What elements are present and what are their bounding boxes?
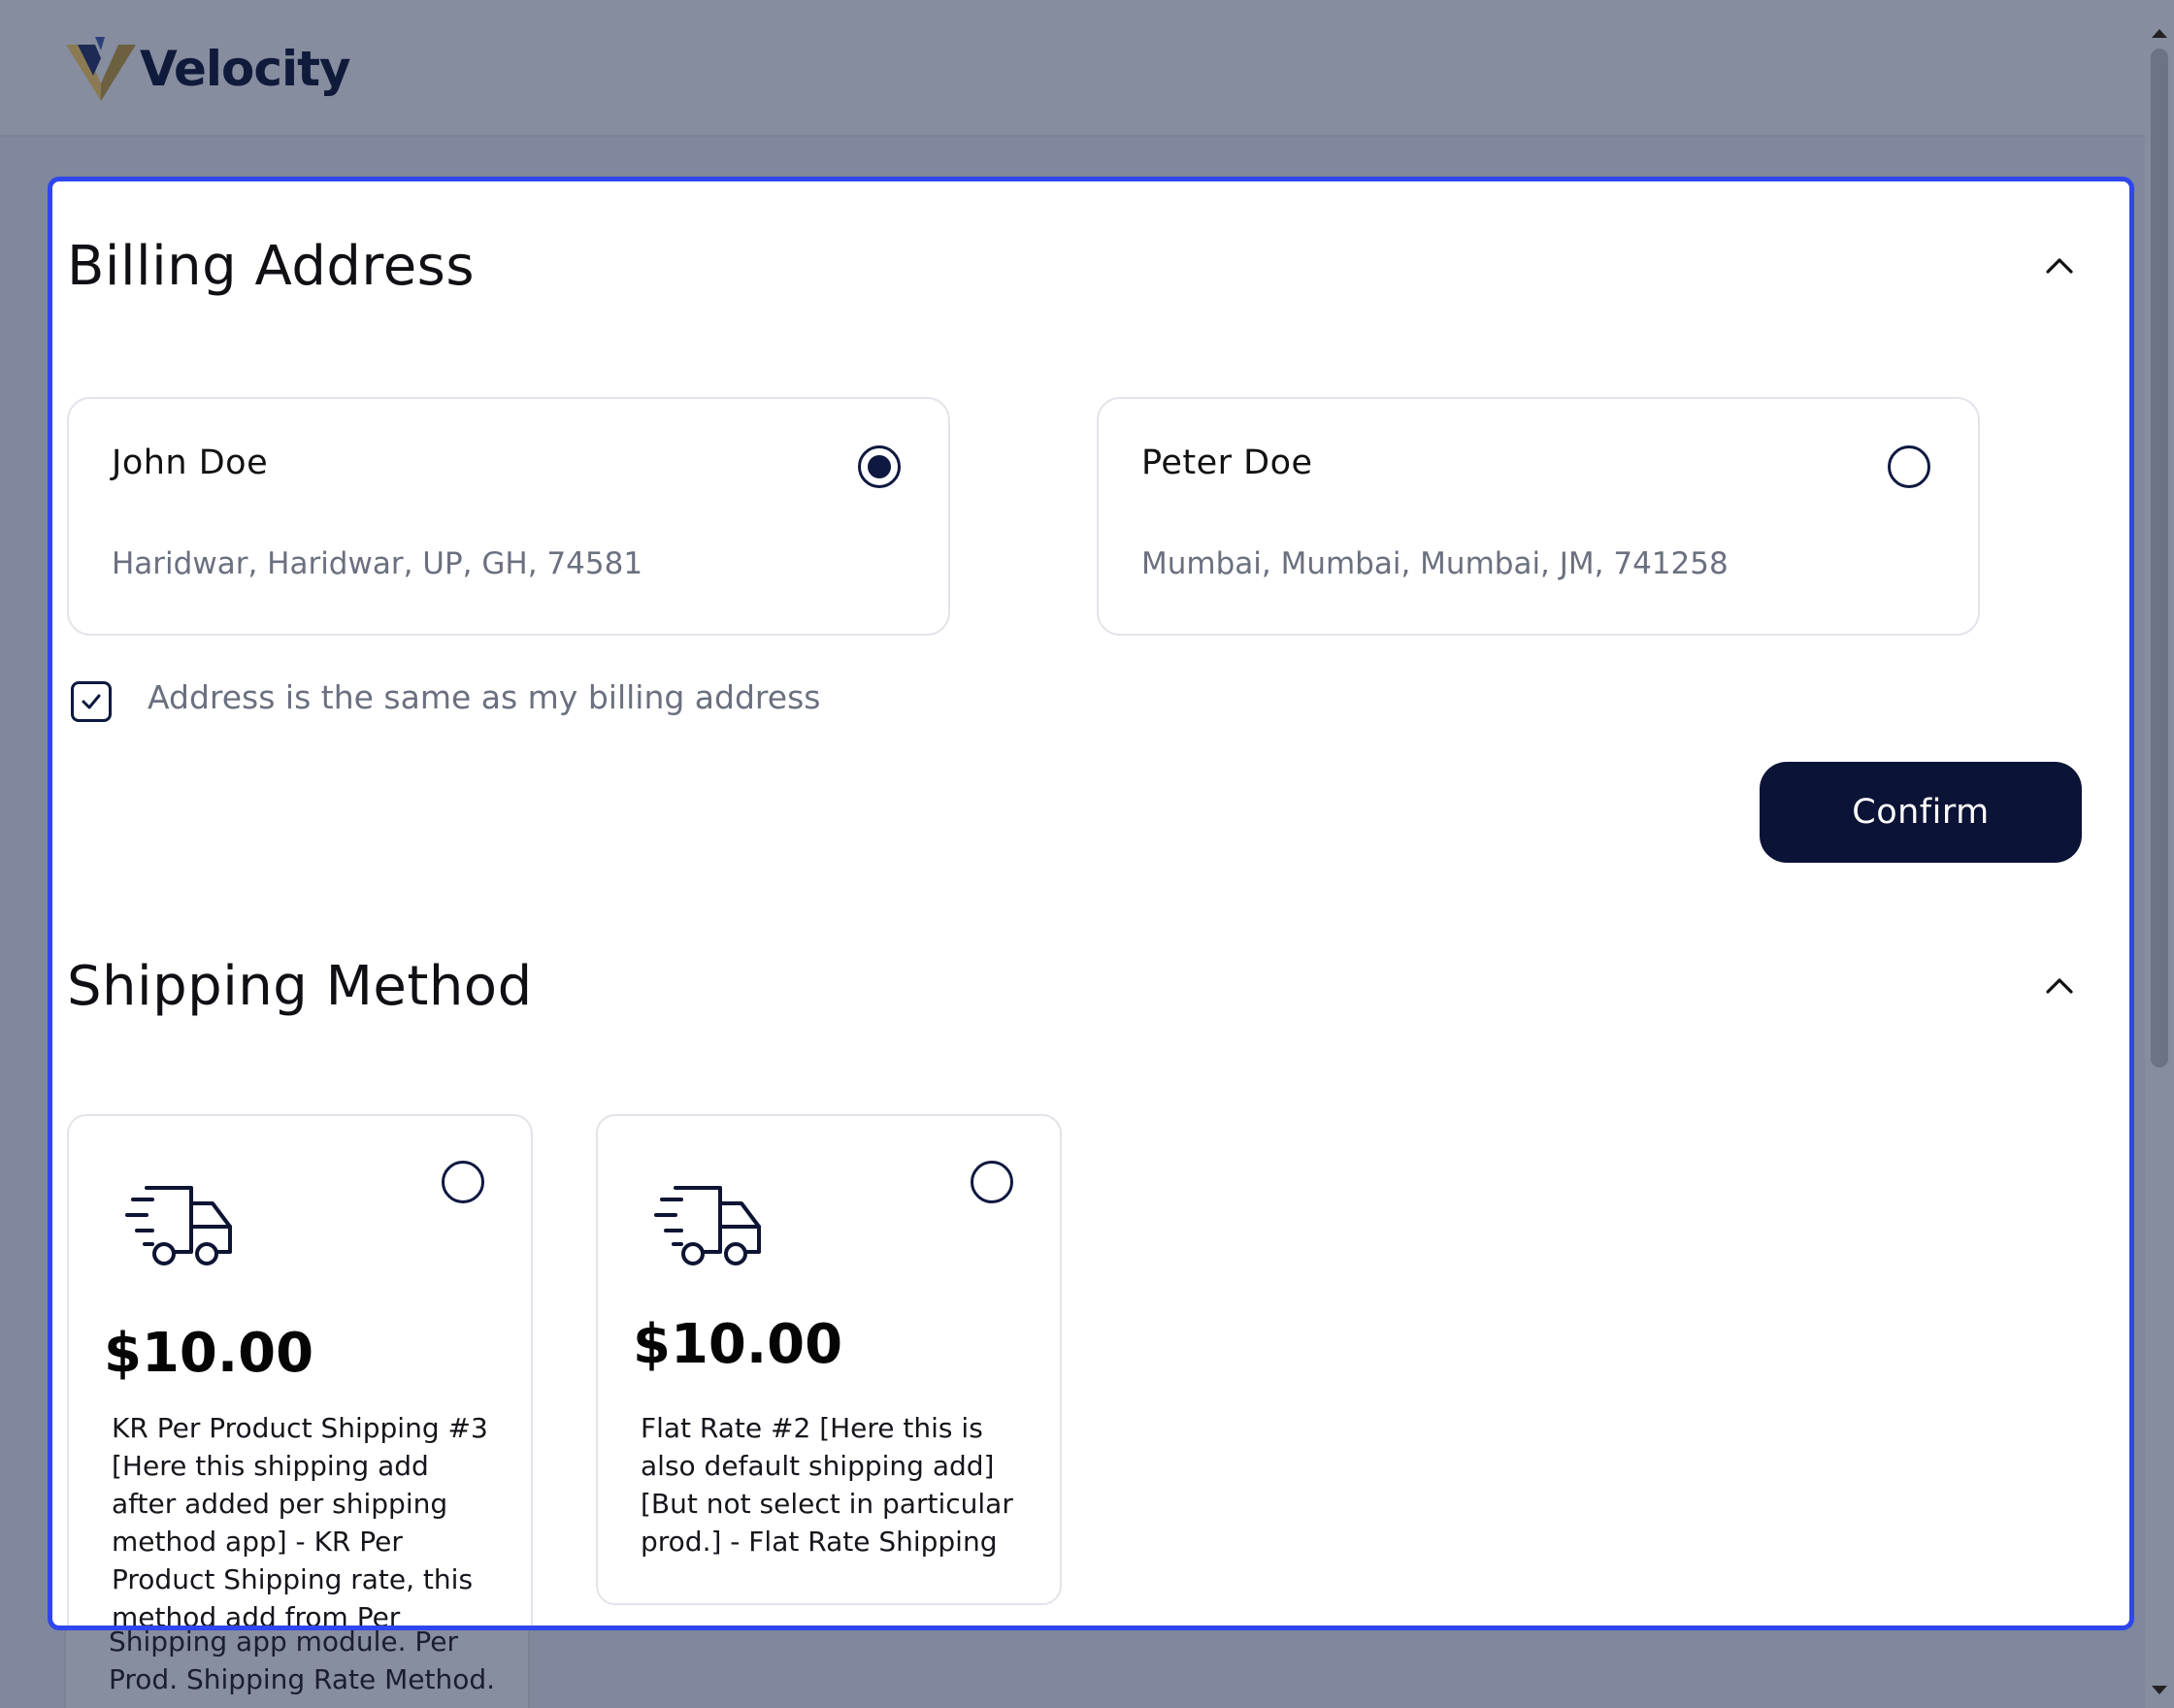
address-card-john-doe[interactable]: John Doe Haridwar, Haridwar, UP, GH, 745… [67,397,950,636]
address-line: Haridwar, Haridwar, UP, GH, 74581 [112,546,643,581]
confirm-button[interactable]: Confirm [1760,762,2082,863]
billing-collapse-chevron-up-icon[interactable] [2043,249,2076,282]
shipping-description-overflow: Shipping app module. Per Prod. Shipping … [109,1626,496,1695]
shipping-radio[interactable] [971,1161,1013,1203]
address-radio-john-doe[interactable] [858,445,901,488]
address-card-peter-doe[interactable]: Peter Doe Mumbai, Mumbai, Mumbai, JM, 74… [1097,397,1980,636]
delivery-truck-icon [125,1186,232,1265]
top-bar: Velocity [0,0,2145,137]
checkmark-icon [82,694,101,709]
shipping-price: $10.00 [104,1322,314,1385]
shipping-description: KR Per Product Shipping #3 [Here this sh… [112,1412,488,1630]
scroll-down-arrow-icon[interactable] [2152,1686,2167,1694]
page-scrollbar[interactable] [2145,0,2174,1708]
address-name: John Doe [112,443,269,482]
shipping-method-card[interactable]: $10.00 Flat Rate #2 [Here this is also d… [596,1114,1062,1605]
address-line: Mumbai, Mumbai, Mumbai, JM, 741258 [1141,546,1729,581]
shipping-radio[interactable] [442,1161,484,1203]
velocity-logo-icon [66,37,136,101]
shipping-price: $10.00 [633,1313,843,1376]
checkout-panel: Billing Address John Doe Haridwar, Harid… [48,177,2134,1630]
address-name: Peter Doe [1141,443,1313,482]
scroll-up-arrow-icon[interactable] [2152,29,2167,38]
scroll-thumb[interactable] [2151,49,2168,1068]
shipping-method-card[interactable]: $10.00 KR Per Product Shipping #3 [Here … [67,1114,533,1630]
delivery-truck-icon [654,1186,761,1265]
brand-logo[interactable]: Velocity [66,35,351,103]
shipping-method-title: Shipping Method [67,955,533,1018]
shipping-collapse-chevron-up-icon[interactable] [2043,969,2076,1002]
brand-name: Velocity [140,41,351,97]
same-address-label: Address is the same as my billing addres… [148,678,821,716]
billing-address-title: Billing Address [67,235,476,298]
same-address-checkbox[interactable] [71,681,112,722]
shipping-description: Flat Rate #2 [Here this is also default … [641,1412,1013,1558]
address-radio-peter-doe[interactable] [1888,445,1930,488]
